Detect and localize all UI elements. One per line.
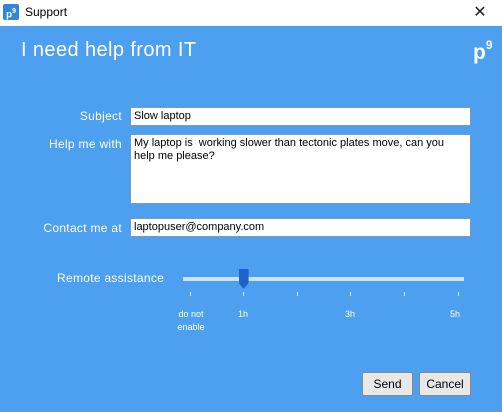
subject-input[interactable]: Slow laptop <box>130 107 471 126</box>
app-logo-icon: p9 <box>3 4 19 20</box>
cancel-button[interactable]: Cancel <box>419 372 471 396</box>
slider-tick <box>243 292 244 296</box>
slider-option-3h: 3h <box>344 309 355 319</box>
brand-logo-icon: p9 <box>473 38 493 64</box>
slider-option-5h: 5h <box>449 309 460 319</box>
help-label: Help me with <box>49 137 122 151</box>
slider-option-do-not-enable: do not enable <box>177 309 205 332</box>
slider-tick <box>458 292 459 296</box>
remote-assistance-slider-track[interactable] <box>183 277 464 281</box>
send-button[interactable]: Send <box>362 372 413 396</box>
slider-tick <box>404 292 405 296</box>
slider-tick <box>297 292 298 296</box>
slider-tick <box>190 292 191 296</box>
window-title: Support <box>25 5 68 19</box>
page-title: I need help from IT <box>21 39 197 61</box>
subject-label: Subject <box>79 109 122 123</box>
contact-label: Contact me at <box>43 221 122 235</box>
close-button[interactable]: ✕ <box>458 0 502 26</box>
help-textarea[interactable]: My laptop is working slower than tectoni… <box>130 134 471 204</box>
title-bar: p9 Support ✕ <box>0 0 502 26</box>
remote-assistance-label: Remote assistance <box>57 271 165 285</box>
slider-tick <box>350 292 351 296</box>
contact-email-input[interactable]: laptopuser@company.com <box>130 218 471 237</box>
remote-assistance-slider-thumb[interactable] <box>238 269 249 289</box>
slider-option-1h: 1h <box>237 309 248 319</box>
support-form-panel: I need help from IT p9 Subject Slow lapt… <box>0 26 502 412</box>
